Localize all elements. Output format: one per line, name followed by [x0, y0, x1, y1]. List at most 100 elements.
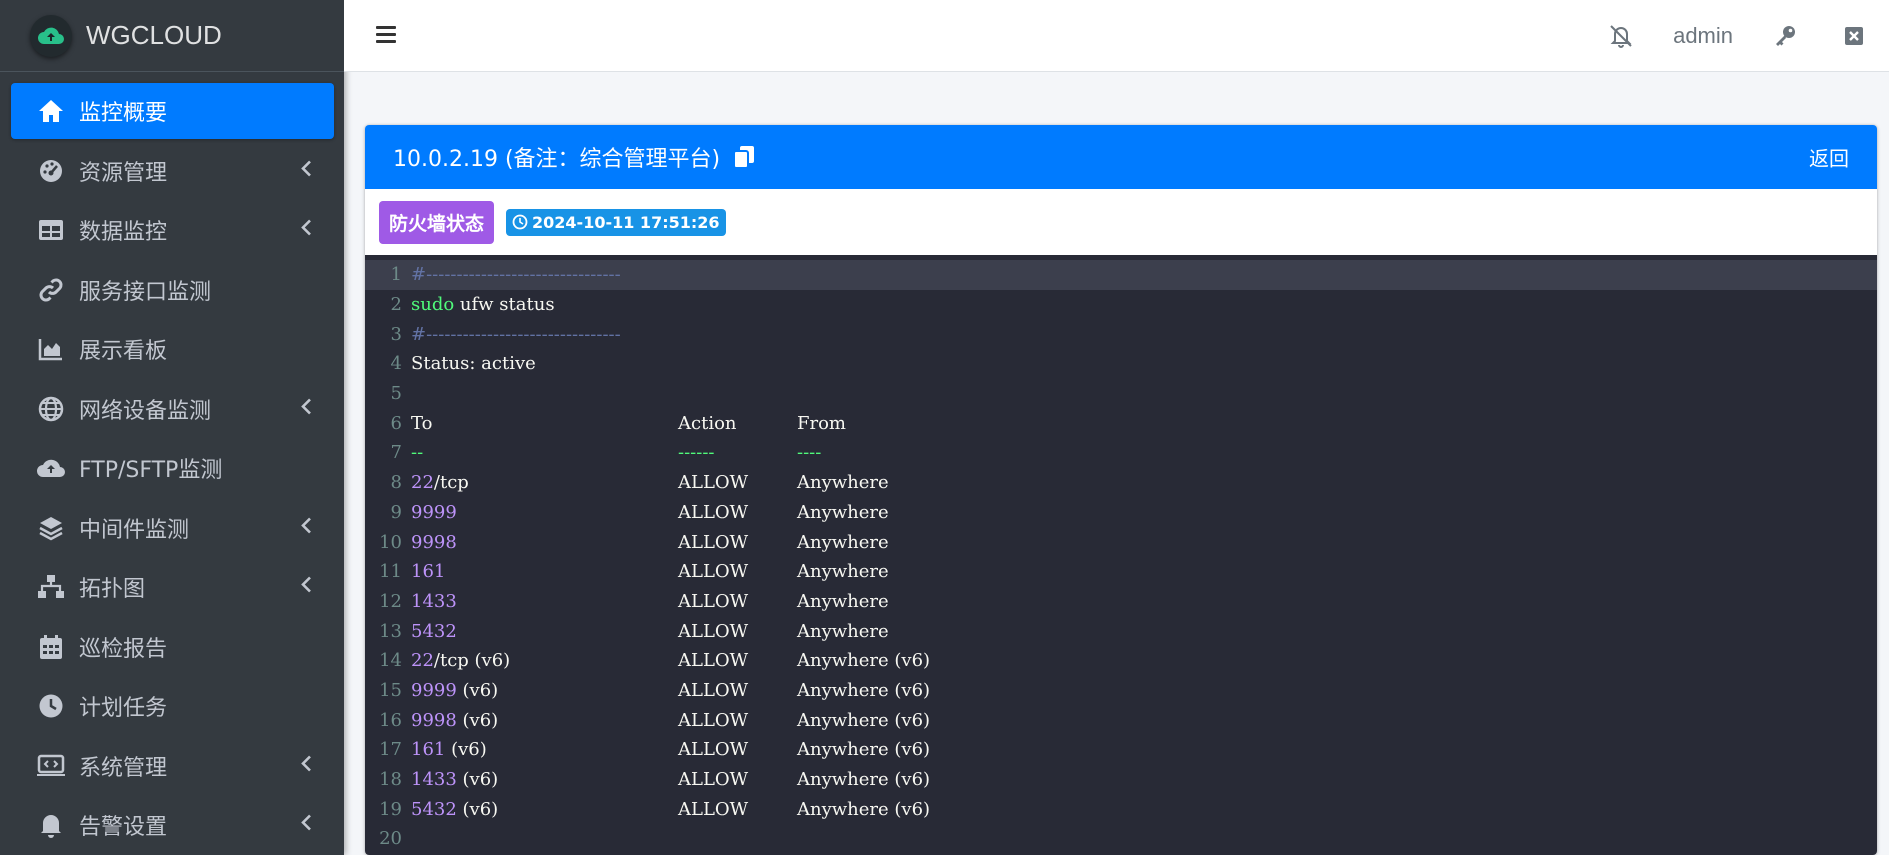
rule-from: Anywhere: [797, 531, 889, 553]
col-action: ------: [678, 442, 715, 464]
sitemap-icon: [36, 572, 66, 602]
code-editor[interactable]: 1 #-------------------------------- 2 sudo …: [365, 255, 1877, 855]
col-from: From: [797, 412, 846, 434]
firewall-status-card: 10.0.2.19 (备注：综合管理平台) 返回 防火墙状态 2024-10-1…: [365, 125, 1877, 855]
port-number: 22: [411, 650, 434, 672]
dashboard-gauge-icon: [36, 156, 66, 186]
sidebar-nav: 监控概要资源管理数据监控服务接口监测 展示看板网络设备监测 FTP/SFTP监测 中间…: [0, 72, 344, 853]
line-number: 20: [379, 828, 402, 850]
code-line: 13 5432 ALLOW Anywhere: [365, 616, 1877, 646]
code-line: 2 sudo ufw status: [365, 290, 1877, 320]
rule-action: ALLOW: [678, 620, 749, 642]
code-line: 18 1433 (v6) ALLOW Anywhere (v6): [365, 765, 1877, 795]
sidebar-item-label: FTP/SFTP监测: [79, 458, 223, 483]
rule-from: Anywhere: [797, 561, 889, 583]
rule-from: Anywhere (v6): [797, 739, 931, 761]
line-number: 12: [379, 590, 402, 612]
home-icon: [36, 96, 66, 126]
port-number: 9998: [411, 709, 457, 731]
code-line: 5: [365, 379, 1877, 409]
sidebar-item-label: 资源管理: [79, 160, 168, 186]
rule-from: Anywhere (v6): [797, 679, 931, 701]
sidebar-item-6[interactable]: FTP/SFTP监测: [11, 440, 334, 496]
back-link[interactable]: 返回: [1809, 143, 1849, 172]
rule-from: Anywhere (v6): [797, 709, 931, 731]
sidebar-item-8[interactable]: 拓扑图: [11, 559, 334, 615]
sidebar-item-2[interactable]: 数据监控: [11, 202, 334, 258]
port-number: 9999: [411, 679, 457, 701]
sidebar: WGCLOUD 监控概要资源管理数据监控服务接口监测 展示看板网络设备监测 FTP/…: [0, 0, 344, 855]
calendar-icon: [36, 632, 66, 662]
user-name[interactable]: admin: [1673, 23, 1733, 49]
line-number: 14: [379, 650, 402, 672]
port-number: 1433: [411, 769, 457, 791]
line-number: 2: [390, 294, 402, 316]
code-text: Status: active: [411, 353, 536, 375]
code-line: 9 9999 ALLOW Anywhere: [365, 498, 1877, 528]
line-number: 16: [379, 709, 402, 731]
rule-action: ALLOW: [678, 798, 749, 820]
port-proto: (v6): [456, 769, 499, 791]
sidebar-item-label: 中间件监测: [79, 517, 190, 543]
sidebar-item-5[interactable]: 网络设备监测: [11, 381, 334, 437]
layers-icon: [36, 513, 66, 543]
code-line: 20: [365, 824, 1877, 854]
cloud-logo-icon: [30, 14, 72, 57]
sidebar-item-label: 展示看板: [79, 339, 168, 364]
sidebar-item-0[interactable]: 监控概要: [11, 83, 334, 139]
clock-icon: [512, 214, 528, 230]
chevron-left-icon: [300, 158, 312, 183]
laptop-code-icon: [36, 751, 66, 781]
line-number: 17: [379, 739, 402, 761]
card-header: 10.0.2.19 (备注：综合管理平台) 返回: [365, 125, 1877, 189]
menu-toggle-icon[interactable]: [376, 22, 404, 48]
sidebar-item-label: 服务接口监测: [79, 279, 212, 305]
col-to: To: [411, 412, 433, 434]
sidebar-item-9[interactable]: 巡检报告: [11, 619, 334, 675]
line-number: 18: [379, 769, 402, 791]
rule-action: ALLOW: [678, 590, 749, 612]
copy-icon[interactable]: [732, 144, 756, 170]
sidebar-item-1[interactable]: 资源管理: [11, 143, 334, 199]
close-window-icon[interactable]: [1843, 0, 1865, 72]
sidebar-item-7[interactable]: 中间件监测: [11, 500, 334, 556]
code-keyword: sudo: [411, 294, 455, 316]
rule-action: ALLOW: [678, 679, 749, 701]
sidebar-item-4[interactable]: 展示看板: [11, 321, 334, 377]
port-number: 9998: [411, 531, 457, 553]
rule-from: Anywhere: [797, 590, 889, 612]
sidebar-item-11[interactable]: 系统管理: [11, 738, 334, 794]
firewall-status-badge: 防火墙状态: [379, 200, 495, 244]
port-number: 1433: [411, 590, 457, 612]
line-number: 15: [379, 679, 402, 701]
chevron-left-icon: [300, 753, 312, 778]
code-text: #--------------------------------: [411, 323, 621, 345]
rule-action: ALLOW: [678, 501, 749, 523]
bell-slash-icon[interactable]: [1607, 0, 1635, 72]
port-proto: /tcp: [433, 472, 469, 494]
brand[interactable]: WGCLOUD: [0, 0, 344, 72]
globe-icon: [36, 394, 66, 424]
timestamp-badge: 2024-10-11 17:51:26: [506, 208, 726, 236]
port-number: 161: [411, 739, 446, 761]
sidebar-item-12[interactable]: 告警设置: [11, 797, 334, 853]
line-number: 4: [390, 353, 402, 375]
sidebar-item-label: 拓扑图: [79, 577, 146, 602]
chevron-left-icon: [300, 575, 312, 600]
sidebar-item-label: 监控概要: [79, 101, 168, 126]
line-number: 6: [390, 412, 402, 434]
sidebar-item-label: 系统管理: [79, 755, 168, 781]
line-number: 13: [379, 620, 402, 642]
bell-icon: [36, 810, 66, 840]
port-number: 161: [411, 561, 446, 583]
sidebar-item-10[interactable]: 计划任务: [11, 678, 334, 734]
chevron-left-icon: [300, 813, 312, 838]
key-icon[interactable]: [1773, 0, 1797, 72]
sidebar-item-3[interactable]: 服务接口监测: [11, 262, 334, 318]
code-line: 7 -- ------ ----: [365, 438, 1877, 468]
rule-action: ALLOW: [678, 650, 749, 672]
port-proto: (v6): [456, 798, 499, 820]
rule-action: ALLOW: [678, 769, 749, 791]
port-proto: (v6): [456, 679, 499, 701]
line-number: 3: [390, 323, 402, 345]
